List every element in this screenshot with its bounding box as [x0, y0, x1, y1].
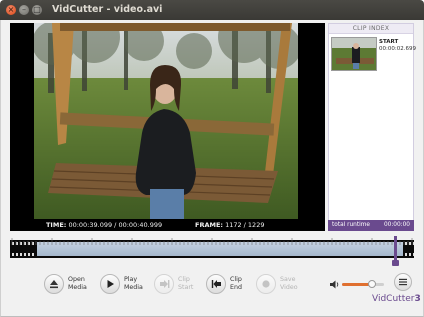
- clip-start-time: 00:00:02.699: [379, 46, 416, 52]
- volume-slider[interactable]: [342, 280, 384, 288]
- video-frame: [34, 23, 298, 219]
- play-media-label-line1: Play: [124, 276, 138, 283]
- total-runtime-bar: total runtime 00:00:00: [328, 220, 414, 231]
- clip-end-label: Clip End: [230, 276, 242, 292]
- clip-end-label-line2: End: [230, 284, 242, 291]
- menu-button[interactable]: [394, 273, 412, 291]
- maximize-icon: □: [33, 5, 41, 14]
- clip-start-button[interactable]: Clip Start: [154, 272, 193, 296]
- save-video-label-line2: Video: [280, 284, 298, 291]
- time-readout: TIME: 00:00:39.099 / 00:00:40.999: [46, 219, 162, 231]
- save-video-label-line1: Save: [280, 276, 296, 283]
- open-media-button[interactable]: Open Media: [44, 272, 87, 296]
- play-media-label-line2: Media: [124, 284, 143, 291]
- total-runtime-value: 00:00:00: [383, 222, 410, 228]
- save-video-button[interactable]: Save Video: [256, 272, 298, 296]
- maximize-window-button[interactable]: □: [32, 5, 42, 15]
- eject-icon: [44, 274, 64, 294]
- clip-index-panel: CLIP INDEX START 00:00:02.699 total runt…: [328, 23, 416, 231]
- play-icon: [100, 274, 120, 294]
- clip-list-item[interactable]: START 00:00:02.699: [331, 37, 416, 71]
- clip-start-label-line2: Start: [178, 284, 194, 291]
- total-runtime-label: total runtime: [332, 222, 370, 228]
- video-player[interactable]: TIME: 00:00:39.099 / 00:00:40.999 FRAME:…: [10, 23, 325, 231]
- time-label: TIME:: [46, 221, 67, 229]
- close-icon: ×: [7, 5, 15, 14]
- close-window-button[interactable]: ×: [6, 5, 16, 15]
- playhead-handle[interactable]: [392, 260, 399, 266]
- open-media-label: Open Media: [68, 276, 87, 292]
- playhead-marker[interactable]: [394, 236, 397, 263]
- clip-end-button[interactable]: Clip End: [206, 272, 242, 296]
- frame-readout: FRAME: 1172 / 1229: [195, 219, 264, 231]
- menu-icon: [399, 278, 407, 286]
- video-status-bar: TIME: 00:00:39.099 / 00:00:40.999 FRAME:…: [10, 219, 325, 231]
- clip-end-icon: [206, 274, 226, 294]
- brand-version: 3: [414, 294, 421, 304]
- clip-start-icon: [154, 274, 174, 294]
- clip-thumbnail: [331, 37, 377, 71]
- open-media-label-line2: Media: [68, 284, 87, 291]
- brand-name: VidCutter: [372, 294, 415, 304]
- save-icon: [256, 274, 276, 294]
- window-title: VidCutter - video.avi: [52, 4, 163, 15]
- open-media-label-line1: Open: [68, 276, 85, 283]
- volume-handle[interactable]: [367, 280, 376, 288]
- time-value: 00:00:39.099 / 00:00:40.999: [68, 221, 163, 229]
- timeline-ruler: [11, 238, 413, 245]
- save-video-label: Save Video: [280, 276, 298, 292]
- play-media-label: Play Media: [124, 276, 143, 292]
- clip-start-label: Clip Start: [178, 276, 193, 292]
- controls-toolbar: Open Media Play Media Clip Start Clip End Sa…: [10, 270, 421, 304]
- volume-icon[interactable]: [330, 280, 340, 291]
- minimize-window-button[interactable]: –: [19, 5, 29, 15]
- app-logo: VidCutter3: [372, 294, 421, 304]
- minimize-icon: –: [22, 5, 26, 14]
- title-bar: × – □ VidCutter - video.avi: [0, 0, 424, 20]
- timeline-slider[interactable]: [10, 236, 414, 266]
- clip-end-label-line1: Clip: [230, 276, 242, 283]
- frame-value: 1172 / 1229: [225, 221, 265, 229]
- clip-index-header: CLIP INDEX: [329, 24, 413, 34]
- clip-start-label-line1: Clip: [178, 276, 190, 283]
- clip-start-label: START: [379, 39, 399, 45]
- frame-label: FRAME:: [195, 221, 223, 229]
- play-media-button[interactable]: Play Media: [100, 272, 143, 296]
